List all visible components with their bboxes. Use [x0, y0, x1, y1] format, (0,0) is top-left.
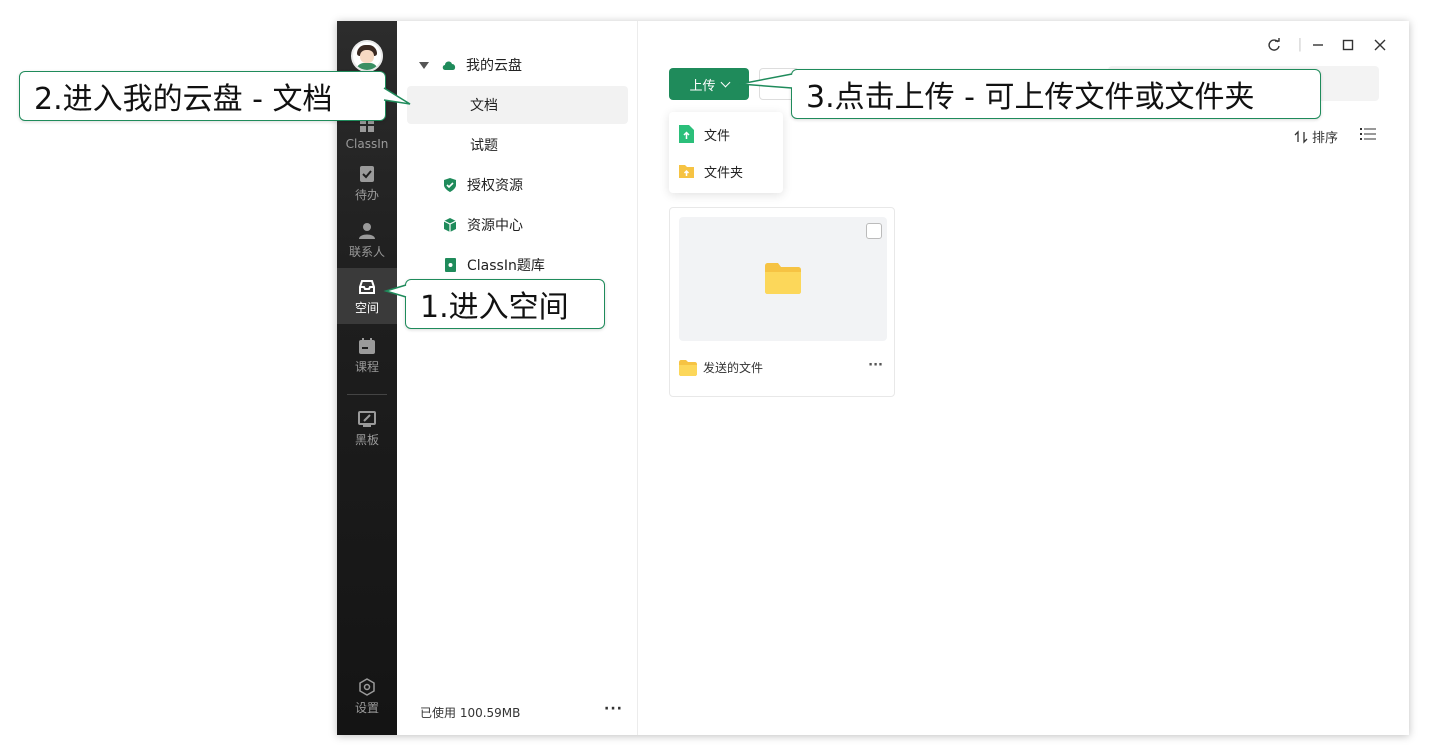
file-select-checkbox[interactable] [866, 223, 882, 239]
upload-button[interactable]: 上传 [669, 68, 749, 100]
upload-file-option[interactable]: 文件 [678, 122, 730, 146]
nav-label-resource-center: 资源中心 [467, 218, 523, 234]
space-sidebar: 我的云盘 文档 试题 授权资源 资源中心 ClassIn题库 已使用 100.5… [397, 21, 638, 735]
maximize-icon[interactable] [1341, 38, 1355, 52]
main-content: | 上传 排序 文件 文件夹 发送的文件 ··· [638, 21, 1409, 735]
list-view-icon[interactable] [1360, 127, 1376, 141]
upload-folder-option[interactable]: 文件夹 [678, 159, 743, 183]
sort-label: 排序 [1312, 131, 1339, 146]
checklist-icon [360, 166, 374, 182]
nav-more-button[interactable]: ··· [604, 701, 623, 717]
nav-quiz[interactable]: 试题 [407, 126, 628, 164]
titlebar-divider: | [1297, 37, 1303, 52]
cloud-icon [442, 61, 456, 70]
callout-step3: 3.点击上传 - 可上传文件或文件夹 [791, 69, 1321, 119]
sort-button[interactable]: 排序 [1294, 127, 1338, 146]
nav-label-my-cloud: 我的云盘 [466, 58, 522, 74]
book-icon [445, 258, 456, 272]
chevron-down-icon [720, 77, 730, 87]
rail-item-todo[interactable]: 待办 [337, 165, 397, 203]
rail-label-classin: ClassIn [345, 137, 389, 151]
rail-item-blackboard[interactable]: 黑板 [337, 410, 397, 448]
file-upload-icon [679, 125, 694, 143]
nav-my-cloud[interactable]: 我的云盘 [407, 46, 628, 84]
page: ClassIn 待办 联系人 空间 课程 黑板 设置 我的云盘 文档 试题 授权… [0, 0, 1430, 756]
upload-dropdown: 文件 文件夹 [669, 112, 783, 193]
close-icon[interactable] [1373, 38, 1387, 52]
file-card[interactable]: 发送的文件 ··· [669, 207, 895, 397]
file-thumbnail [679, 217, 887, 341]
rail-item-classin[interactable]: ClassIn [337, 116, 397, 151]
upload-file-label: 文件 [704, 128, 731, 144]
rail-divider [347, 394, 387, 395]
nav-label-question-bank: ClassIn题库 [467, 258, 545, 274]
callout-step2: 2.进入我的云盘 - 文档 [19, 71, 386, 121]
rail-label-settings: 设置 [354, 701, 379, 715]
sort-icon [1294, 129, 1308, 144]
app-window: ClassIn 待办 联系人 空间 课程 黑板 设置 我的云盘 文档 试题 授权… [337, 21, 1409, 735]
blackboard-icon [358, 411, 376, 427]
left-rail: ClassIn 待办 联系人 空间 课程 黑板 设置 [337, 21, 397, 735]
callout-step1: 1.进入空间 [405, 279, 605, 329]
rail-item-courses[interactable]: 课程 [337, 337, 397, 375]
folder-upload-icon [679, 165, 694, 178]
nav-resource-center[interactable]: 资源中心 [407, 206, 628, 244]
rail-label-contacts: 联系人 [348, 245, 385, 259]
rail-label-courses: 课程 [354, 360, 379, 374]
folder-icon [765, 263, 801, 294]
refresh-icon[interactable] [1267, 38, 1281, 52]
callout-step1-pointer [383, 284, 407, 298]
storage-usage: 已使用 100.59MB [420, 706, 521, 720]
file-more-button[interactable]: ··· [868, 358, 883, 373]
minimize-icon[interactable] [1311, 38, 1325, 52]
nav-label-quiz: 试题 [470, 138, 498, 154]
person-icon [359, 223, 375, 239]
callout-step2-pointer [383, 87, 411, 105]
file-name: 发送的文件 [703, 361, 764, 375]
nav-authorized[interactable]: 授权资源 [407, 166, 628, 204]
small-folder-icon [679, 359, 697, 376]
settings-icon [359, 678, 375, 696]
rail-label-blackboard: 黑板 [354, 433, 379, 447]
calendar-icon [359, 338, 375, 354]
nav-label-authorized: 授权资源 [467, 178, 523, 194]
caret-down-icon[interactable] [419, 61, 429, 69]
upload-folder-label: 文件夹 [704, 165, 744, 181]
upload-button-label: 上传 [689, 78, 716, 94]
avatar[interactable] [351, 40, 383, 72]
rail-item-contacts[interactable]: 联系人 [337, 222, 397, 260]
rail-item-settings[interactable]: 设置 [337, 678, 397, 716]
file-name-row: 发送的文件 [679, 359, 763, 376]
callout-step3-text: 3.点击上传 - 可上传文件或文件夹 [806, 80, 1255, 115]
callout-step3-pointer [739, 73, 793, 89]
shield-icon [444, 178, 456, 192]
inbox-icon [359, 280, 375, 294]
callout-step1-text: 1.进入空间 [420, 290, 569, 325]
callout-step2-text: 2.进入我的云盘 - 文档 [34, 82, 333, 117]
nav-docs[interactable]: 文档 [407, 86, 628, 124]
rail-label-todo: 待办 [354, 188, 379, 202]
nav-label-docs: 文档 [470, 98, 498, 114]
cube-icon [443, 218, 457, 232]
